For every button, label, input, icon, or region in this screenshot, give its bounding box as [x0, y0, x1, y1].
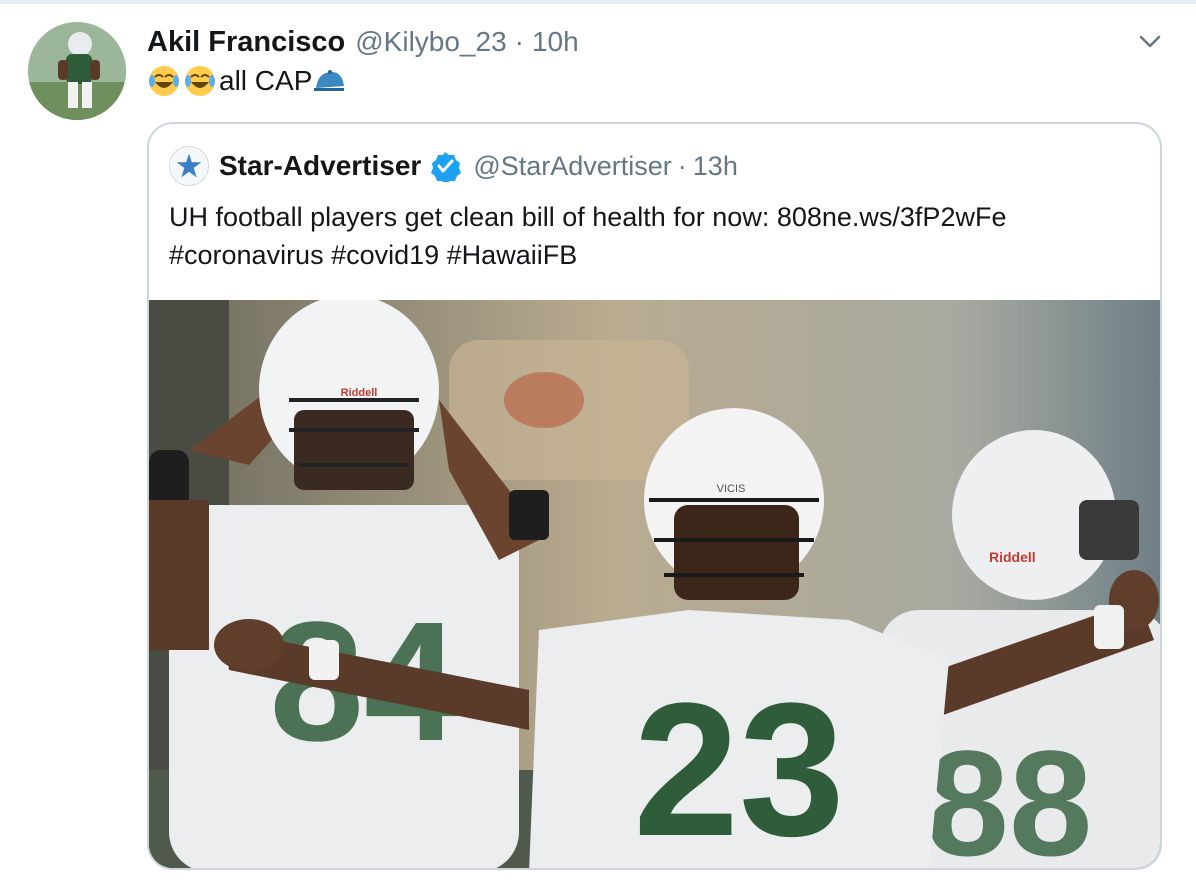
tweet-text: all CAP — [219, 65, 313, 96]
quoted-author-name[interactable]: Star-Advertiser — [219, 150, 421, 182]
separator-dot: · — [514, 26, 524, 57]
quoted-tweet-card[interactable]: Star-Advertiser @StarAdvertiser · 13h UH… — [147, 122, 1162, 870]
quoted-tweet-text: UH football players get clean bill of he… — [169, 198, 1149, 274]
helmet-brand-left: Riddell — [341, 387, 378, 399]
tweet-header: Akil Francisco @Kilybo_23 · 10h — [147, 24, 579, 60]
author-handle[interactable]: @Kilybo_23 — [355, 26, 506, 58]
verified-badge-icon — [431, 152, 462, 182]
avatar[interactable] — [28, 22, 126, 120]
jersey-number-right: 88 — [926, 719, 1093, 870]
helmet-brand-right: Riddell — [989, 549, 1036, 565]
helmet-brand-center: VICIS — [717, 483, 746, 495]
chevron-down-icon[interactable] — [1136, 30, 1164, 54]
quoted-text-hashtags: #coronavirus #covid19 #HawaiiFB — [169, 240, 578, 270]
jersey-number-center: 23 — [633, 664, 844, 870]
avatar-photo — [28, 22, 126, 120]
tears-of-joy-emoji-icon — [149, 66, 179, 96]
separator-dot: · — [677, 150, 687, 181]
quoted-tweet-timestamp[interactable]: 13h — [693, 151, 738, 182]
quoted-author-handle[interactable]: @StarAdvertiser — [473, 151, 671, 182]
football-practice-photo[interactable]: Riddell 84 Riddell 88 VICIS 23 — [149, 300, 1162, 870]
tears-of-joy-emoji-icon — [185, 66, 215, 96]
tweet-timestamp[interactable]: 10h — [532, 26, 579, 58]
quoted-text-line: UH football players get clean bill of he… — [169, 202, 1007, 232]
tweet-body: all CAP — [147, 64, 348, 98]
author-name[interactable]: Akil Francisco — [147, 26, 345, 59]
blue-cap-emoji-icon — [314, 70, 345, 91]
top-divider — [0, 0, 1196, 4]
quoted-tweet-header: Star-Advertiser @StarAdvertiser · 13h — [169, 146, 738, 186]
quoted-author-avatar[interactable] — [169, 146, 209, 186]
